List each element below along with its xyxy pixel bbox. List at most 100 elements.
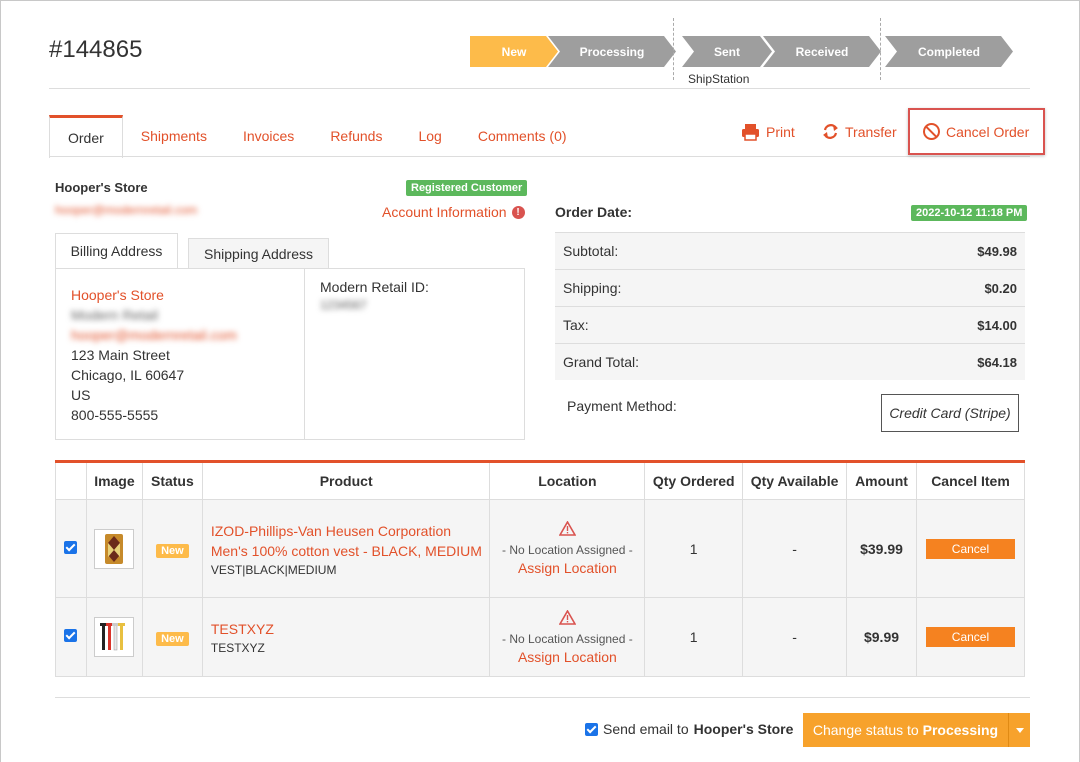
table-row: New IZOD-Phillips-Van Heusen Corporation… [55, 499, 1026, 598]
grand-total-row: Grand Total: $64.18 [555, 343, 1025, 380]
change-status-target: Processing [922, 722, 999, 738]
shipstation-label: ShipStation [688, 72, 750, 86]
cancel-item-button[interactable]: Cancel [925, 538, 1015, 559]
product-thumbnail[interactable] [94, 617, 135, 657]
tab-billing-address[interactable]: Billing Address [55, 233, 178, 269]
send-email-store: Hooper's Store [693, 721, 794, 737]
row-status-cell: New [141, 499, 203, 598]
tax-row: Tax: $14.00 [555, 306, 1025, 343]
change-status-button[interactable]: Change status to Processing [803, 713, 1030, 747]
order-items-table: Image Status Product Location Qty Ordere… [55, 460, 1026, 677]
row-status-cell: New [141, 597, 203, 677]
tab-shipments[interactable]: Shipments [123, 115, 225, 157]
print-button[interactable]: Print [741, 123, 795, 141]
col-status: Status [141, 461, 203, 500]
golf-tees-icon [100, 623, 126, 651]
shipping-value: $0.20 [984, 280, 1017, 296]
billing-country: US [71, 387, 91, 403]
col-amount: Amount [846, 461, 917, 500]
change-status-label: Change status to Processing [803, 722, 1008, 738]
order-page: #144865 New Processing Sent Received Com… [0, 0, 1080, 762]
product-link[interactable]: TESTXYZ [211, 619, 490, 639]
billing-city: Chicago, IL 60647 [71, 367, 185, 383]
transfer-button[interactable]: Transfer [822, 123, 897, 140]
col-select [55, 461, 87, 500]
tab-comments[interactable]: Comments (0) [460, 115, 585, 157]
registered-customer-badge: Registered Customer [406, 180, 528, 196]
billing-email: hooper@modernretail.com [71, 327, 237, 343]
billing-phone: 800-555-5555 [71, 407, 159, 423]
totals-table: Subtotal: $49.98 Shipping: $0.20 Tax: $1… [555, 232, 1025, 380]
subtotal-label: Subtotal: [563, 243, 619, 259]
row-image-cell [85, 597, 143, 677]
step-completed: Completed [885, 36, 1013, 67]
store-name: Hooper's Store [55, 180, 148, 195]
modern-retail-id-value: 1234567 [320, 298, 367, 312]
no-location-text: - No Location Assigned - [501, 631, 633, 646]
integration-divider-left [673, 18, 674, 80]
row-location-cell: - No Location Assigned - Assign Location [489, 597, 646, 677]
ban-icon [923, 123, 940, 140]
row-location-cell: - No Location Assigned - Assign Location [489, 499, 646, 598]
product-thumbnail[interactable] [94, 528, 135, 569]
warning-icon [558, 608, 577, 625]
col-image: Image [85, 461, 143, 500]
product-sku: TESTXYZ [210, 641, 265, 655]
footer-divider [55, 697, 1030, 698]
row-cancel-cell: Cancel [915, 597, 1026, 677]
order-date-badge: 2022-10-12 11:18 PM [911, 205, 1028, 221]
tab-invoices[interactable]: Invoices [225, 115, 312, 157]
shipping-label: Shipping: [563, 280, 622, 296]
tab-log[interactable]: Log [400, 115, 459, 157]
qty-available: - [742, 597, 848, 677]
warning-icon [558, 520, 577, 536]
step-received: Received [763, 36, 881, 67]
assign-location-link[interactable]: Assign Location [490, 649, 644, 665]
row-checkbox[interactable] [64, 540, 78, 554]
billing-contact: Modern Retail [71, 307, 159, 323]
tabs-divider [49, 156, 1030, 157]
store-email: hooper@modernretail.com [55, 203, 198, 217]
printer-icon [742, 124, 759, 141]
change-status-dropdown-toggle[interactable] [1008, 713, 1030, 747]
send-email-option: Send email to Hooper's Store [585, 721, 793, 737]
item-amount: $9.99 [846, 597, 917, 677]
billing-name-link[interactable]: Hooper's Store [71, 285, 237, 305]
row-checkbox[interactable] [64, 629, 78, 642]
tab-order[interactable]: Order [49, 115, 123, 158]
order-date-label: Order Date: [555, 204, 633, 220]
tab-refunds[interactable]: Refunds [312, 115, 400, 157]
col-cancel-item: Cancel Item [915, 461, 1026, 500]
billing-address: Hooper's Store Modern Retail hooper@mode… [71, 285, 237, 425]
product-link[interactable]: IZOD-Phillips-Van Heusen Corporation Men… [211, 521, 490, 561]
status-progress: New Processing Sent Received Completed [470, 36, 1030, 67]
info-icon: ! [511, 205, 525, 219]
payment-method-label: Payment Method: [567, 398, 677, 414]
cancel-order-button[interactable]: Cancel Order [908, 108, 1045, 155]
item-amount: $39.99 [846, 499, 917, 598]
order-tabs: Order Shipments Invoices Refunds Log Com… [49, 115, 585, 158]
print-label: Print [766, 124, 795, 140]
send-email-checkbox[interactable] [585, 722, 598, 736]
vest-icon [105, 533, 124, 564]
qty-ordered: 1 [644, 499, 744, 598]
status-badge: New [156, 543, 189, 558]
step-sent: Sent [682, 36, 772, 67]
tax-label: Tax: [563, 317, 589, 333]
tab-shipping-address[interactable]: Shipping Address [188, 238, 329, 269]
tax-value: $14.00 [977, 317, 1017, 333]
shipping-row: Shipping: $0.20 [555, 269, 1025, 306]
payment-method-value: Credit Card (Stripe) [881, 394, 1019, 432]
row-cancel-cell: Cancel [915, 499, 1026, 598]
table-header-row: Image Status Product Location Qty Ordere… [55, 461, 1026, 500]
transfer-label: Transfer [845, 123, 897, 140]
row-checkbox-cell [55, 597, 87, 677]
cancel-item-button[interactable]: Cancel [925, 627, 1015, 647]
account-information-link[interactable]: Account Information ! [382, 204, 525, 220]
assign-location-link[interactable]: Assign Location [490, 560, 644, 576]
integration-divider-right [880, 18, 881, 80]
row-product-cell: IZOD-Phillips-Van Heusen Corporation Men… [201, 499, 491, 598]
grand-total-value: $64.18 [977, 354, 1017, 370]
step-processing: Processing [548, 36, 676, 67]
table-row: New TESTXYZ TESTXYZ - No Location Assign… [55, 597, 1026, 677]
